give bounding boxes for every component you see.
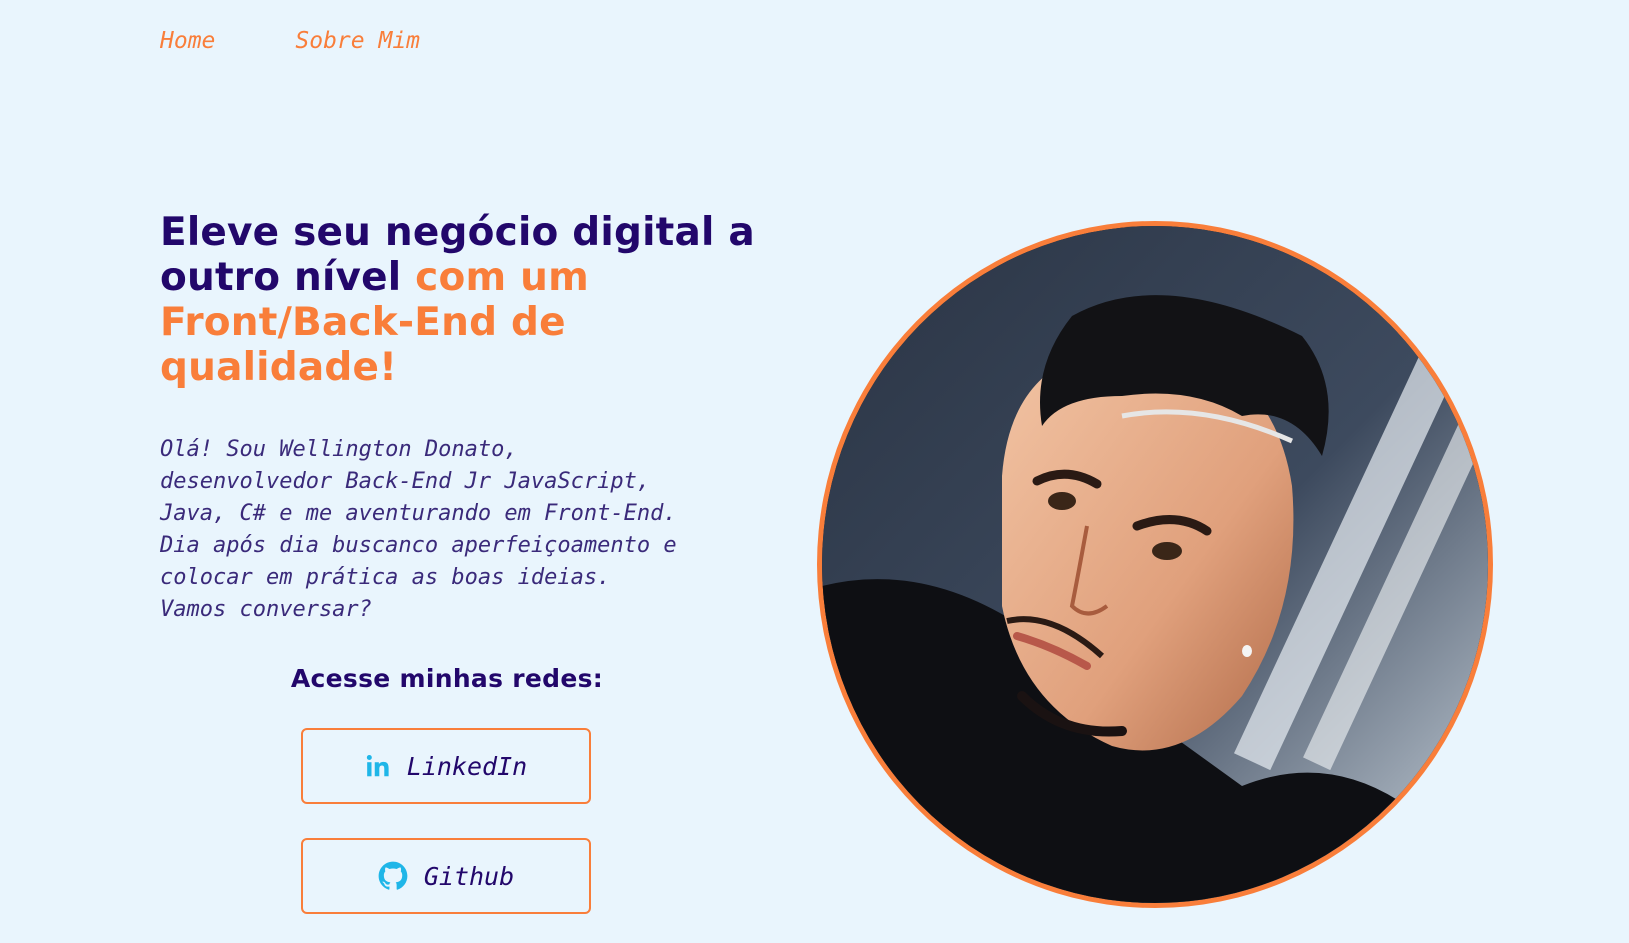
intro-line: colocar em prática as boas ideias. <box>160 565 611 590</box>
hero-title: Eleve seu negócio digital a outro nível … <box>160 210 760 390</box>
nav-home-link[interactable]: Home <box>160 28 215 54</box>
profile-photo-illustration <box>822 226 1488 903</box>
linkedin-icon <box>365 753 391 779</box>
intro-line: Dia após dia buscanco aperfeiçoamento e <box>160 533 677 558</box>
intro-line: desenvolvedor Back-End Jr JavaScript, <box>160 469 651 494</box>
github-label: Github <box>423 861 515 891</box>
intro-text: Olá! Sou Wellington Donato, desenvolvedo… <box>160 434 740 626</box>
nav-sobre-mim-link[interactable]: Sobre Mim <box>295 28 420 54</box>
intro-line: Vamos conversar? <box>160 597 372 622</box>
github-button[interactable]: Github <box>301 838 591 914</box>
top-nav: Home Sobre Mim <box>160 28 420 54</box>
linkedin-label: LinkedIn <box>406 751 528 781</box>
profile-photo <box>817 221 1493 908</box>
intro-line: Olá! Sou Wellington Donato, <box>160 437 518 462</box>
intro-line: Java, C# e me aventurando em Front-End. <box>160 501 677 526</box>
github-icon <box>378 861 408 891</box>
linkedin-button[interactable]: LinkedIn <box>301 728 591 804</box>
social-title: Acesse minhas redes: <box>290 664 604 693</box>
